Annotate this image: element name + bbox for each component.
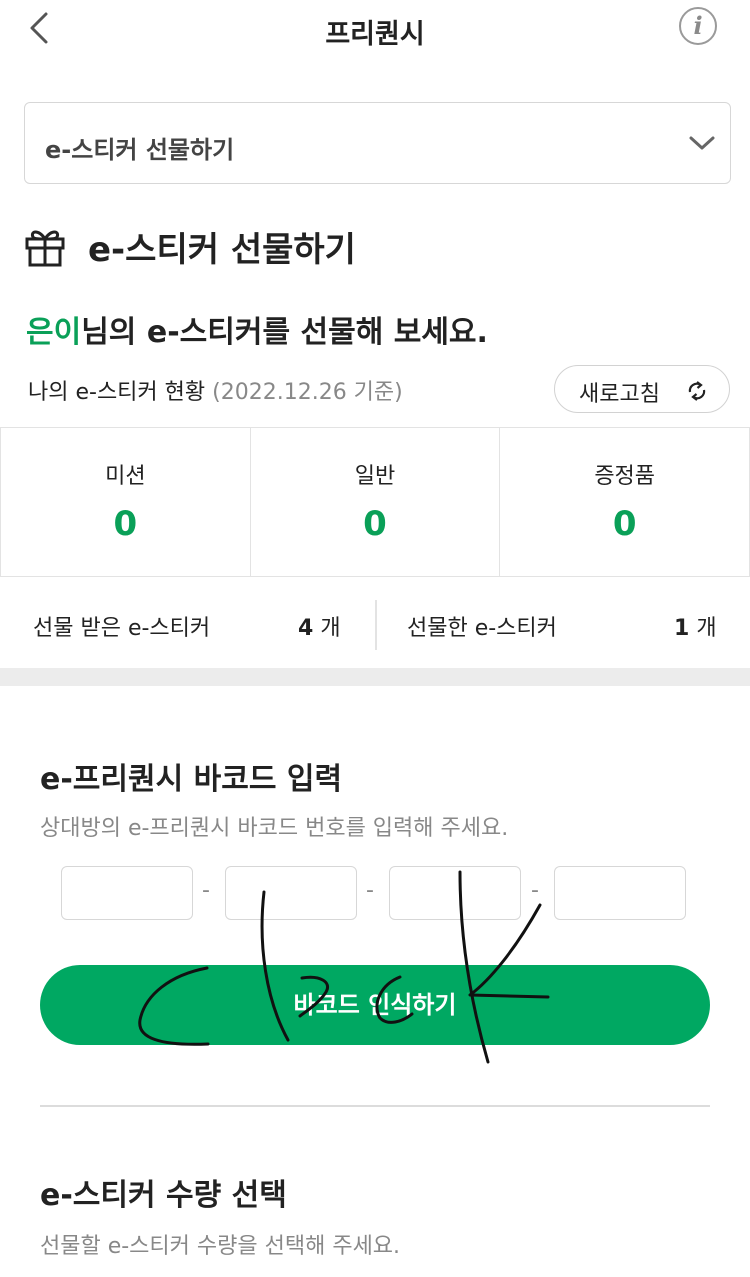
greeting-text: 님의 e-스티커를 선물해 보세요. [81, 315, 488, 350]
refresh-button[interactable]: 새로고침 [554, 365, 730, 413]
received-count: 4 개 [298, 610, 341, 642]
received-label: 선물 받은 e-스티커 [33, 616, 211, 641]
divider [40, 1105, 710, 1107]
barcode-field-3[interactable] [389, 866, 521, 920]
count-label: 증정품 [594, 464, 656, 489]
unit-label: 개 [696, 616, 717, 641]
menu-select[interactable]: e-스티커 선물하기 [24, 102, 731, 184]
unit-label: 개 [320, 616, 341, 641]
sent-label: 선물한 e-스티커 [407, 616, 557, 641]
sticker-status: 나의 e-스티커 현황 (2022.12.26 기준) [28, 374, 403, 406]
separator: - [202, 878, 210, 903]
gift-summary: 선물 받은 e-스티커 4 개 선물한 e-스티커 1 개 [0, 578, 750, 668]
count-cell-gift: 증정품 0 [500, 428, 750, 576]
user-name: 은이 [26, 315, 82, 350]
sticker-count-grid: 미션 0 일반 0 증정품 0 [0, 427, 750, 577]
count-label: 미션 [105, 464, 146, 489]
quantity-subtitle: 선물할 e-스티커 수량을 선택해 주세요. [40, 1234, 401, 1259]
sent-count: 1 개 [674, 610, 717, 642]
barcode-title: e-프리퀀시 바코드 입력 [40, 762, 343, 797]
menu-select-value: e-스티커 선물하기 [45, 136, 235, 164]
status-label: 나의 e-스티커 현황 [28, 380, 206, 405]
quantity-title: e-스티커 수량 선택 [40, 1178, 287, 1213]
status-date: (2022.12.26 기준) [212, 380, 403, 405]
separator: - [531, 878, 539, 903]
barcode-field-1[interactable] [61, 866, 193, 920]
barcode-field-2[interactable] [225, 866, 357, 920]
separator: - [366, 878, 374, 903]
scan-barcode-button[interactable]: 바코드 인식하기 [40, 965, 710, 1045]
info-icon[interactable]: i [679, 7, 717, 45]
greeting: 은이님의 e-스티커를 선물해 보세요. [26, 307, 488, 351]
section-gap [0, 668, 750, 686]
refresh-icon [688, 381, 706, 401]
chevron-down-icon [689, 136, 715, 150]
count-value: 0 [363, 504, 387, 544]
refresh-label: 새로고침 [579, 382, 660, 407]
divider [375, 600, 377, 650]
barcode-subtitle: 상대방의 e-프리퀀시 바코드 번호를 입력해 주세요. [40, 816, 509, 841]
barcode-field-4[interactable] [554, 866, 686, 920]
received-number: 4 [298, 616, 314, 641]
sent-number: 1 [674, 616, 690, 641]
count-value: 0 [612, 504, 637, 544]
count-cell-general: 일반 0 [251, 428, 501, 576]
gift-icon [25, 230, 65, 267]
count-value: 0 [113, 504, 138, 544]
count-label: 일반 [354, 464, 396, 489]
section-title: e-스티커 선물하기 [88, 230, 356, 270]
top-nav: 프리퀀시 i [0, 0, 750, 56]
page-title: 프리퀀시 [325, 19, 425, 50]
count-cell-mission: 미션 0 [0, 428, 251, 576]
